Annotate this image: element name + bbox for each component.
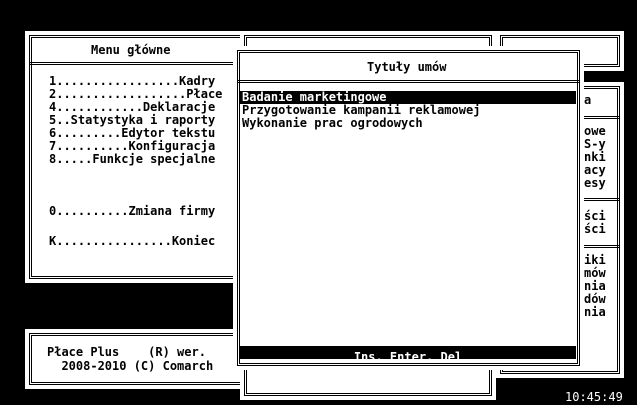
list-item[interactable]: Wykonanie prac ogrodowych — [242, 117, 423, 130]
version-line-1: Płace Plus (R) wer. — [47, 345, 206, 359]
menu-item-funkcje[interactable]: 8.....Funkcje specjalne — [49, 153, 215, 166]
menu-item-zmiana-firmy[interactable]: 0..........Zmiana firmy — [49, 205, 215, 218]
bottom-center-box — [240, 365, 496, 400]
main-menu-title: Menu główne — [91, 43, 171, 57]
contract-titles-dialog: Tytuły umów Badanie marketingowe Przygot… — [233, 46, 584, 370]
version-panel: Płace Plus (R) wer. 2008-2010 (C) Comarc… — [25, 329, 247, 389]
version-line-2: 2008-2010 (C) Comarch — [47, 359, 214, 373]
menu-item-koniec[interactable]: K................Koniec — [49, 235, 215, 248]
main-menu-panel: Menu główne 1.................Kadry 2...… — [25, 31, 247, 283]
dialog-status-bar: Ins, Enter, Del — [240, 346, 576, 364]
dialog-title: Tytuły umów — [367, 60, 447, 74]
dialog-status-text: Ins, Enter, Del — [353, 350, 463, 364]
clock: 10:45:49 — [565, 390, 623, 404]
